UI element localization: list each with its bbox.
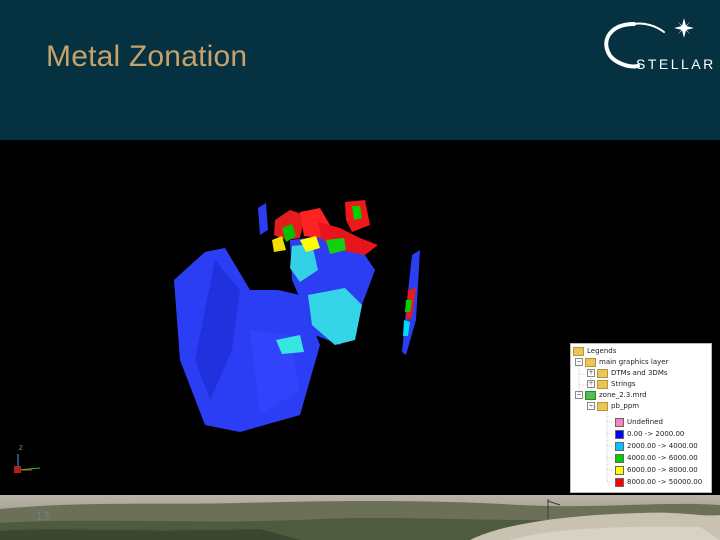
landscape-image: [0, 495, 720, 540]
legend-title-row[interactable]: Legends: [573, 346, 616, 357]
legend-tree-label: pb_ppm: [611, 402, 640, 410]
logo-wordmark: STELLAR: [636, 56, 716, 72]
color-swatch: [615, 453, 624, 463]
legend-range-item: Undefined: [615, 417, 663, 428]
color-swatch: [615, 477, 624, 487]
expand-icon[interactable]: +: [587, 380, 595, 388]
company-logo: STELLAR: [598, 16, 713, 76]
legend-panel[interactable]: Legends − main graphics layer + DTMs and 3…: [570, 343, 712, 493]
page-number: 13: [36, 509, 50, 523]
legend-range-item: 0.00 -> 2000.00: [615, 429, 684, 440]
legend-range-label: 6000.00 -> 8000.00: [627, 466, 698, 474]
legend-range-label: 0.00 -> 2000.00: [627, 430, 685, 438]
collapse-icon[interactable]: −: [587, 402, 595, 410]
legend-range-item: 2000.00 -> 4000.00: [615, 441, 698, 452]
legend-title: Legends: [587, 347, 617, 355]
folder-icon: [597, 401, 608, 411]
block-model-icon: [585, 390, 596, 400]
expand-icon[interactable]: +: [587, 369, 595, 377]
color-swatch: [615, 465, 624, 475]
legend-tree-label: zone_2.3.mrd: [599, 391, 647, 399]
color-swatch: [615, 441, 624, 451]
color-swatch: [615, 429, 624, 439]
legend-range-item: 8000.00 -> 50000.00: [615, 477, 702, 488]
axis-triad-icon: [14, 454, 41, 473]
folder-icon: [597, 379, 608, 389]
collapse-icon[interactable]: −: [575, 358, 583, 366]
legend-range-item: 4000.00 -> 6000.00: [615, 453, 698, 464]
color-swatch: [615, 417, 624, 427]
legend-tree-item[interactable]: − zone_2.3.mrd: [575, 390, 647, 401]
legend-tree-label: Strings: [611, 380, 636, 388]
legend-range-label: Undefined: [627, 418, 663, 426]
legend-tree-item[interactable]: − main graphics layer: [575, 357, 668, 368]
axis-triad: Z: [8, 446, 48, 478]
folder-icon: [573, 346, 584, 356]
legend-tree-item[interactable]: + DTMs and 3DMs: [587, 368, 668, 379]
legend-range-item: 6000.00 -> 8000.00: [615, 465, 698, 476]
folder-icon: [585, 357, 596, 367]
legend-range-label: 2000.00 -> 4000.00: [627, 442, 698, 450]
collapse-icon[interactable]: −: [575, 391, 583, 399]
legend-tree-item[interactable]: + Strings: [587, 379, 636, 390]
slide-title: Metal Zonation: [46, 40, 248, 73]
legend-range-label: 4000.00 -> 6000.00: [627, 454, 698, 462]
folder-icon: [597, 368, 608, 378]
axis-z-label: Z: [19, 446, 23, 452]
legend-range-label: 8000.00 -> 50000.00: [627, 478, 703, 486]
footer-landscape-photo: [0, 495, 720, 540]
legend-tree-item[interactable]: − pb_ppm: [587, 401, 639, 412]
legend-tree-label: DTMs and 3DMs: [611, 369, 668, 377]
legend-tree-label: main graphics layer: [599, 358, 669, 366]
